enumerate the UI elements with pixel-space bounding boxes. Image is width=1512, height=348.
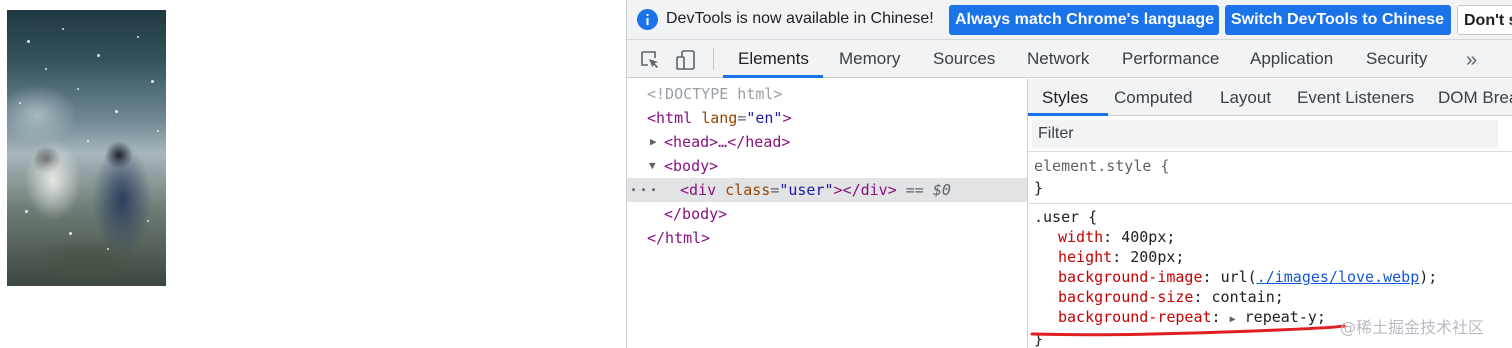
property-name[interactable]: background-size (1058, 288, 1193, 306)
more-tabs-icon[interactable]: » (1466, 49, 1477, 72)
tab-elements[interactable]: Elements (738, 40, 809, 78)
inspect-element-icon[interactable] (639, 49, 661, 71)
tab-memory[interactable]: Memory (839, 40, 900, 78)
background-image-link[interactable]: ./images/love.webp (1257, 268, 1420, 286)
device-toolbar-icon[interactable] (675, 49, 697, 71)
red-underline-annotation (1030, 324, 1346, 337)
info-icon (637, 9, 658, 30)
property-name[interactable]: width (1058, 228, 1103, 246)
property-value[interactable]: 200px; (1130, 248, 1184, 266)
page-preview (0, 0, 627, 348)
styles-filter-input[interactable] (1032, 120, 1498, 148)
styles-filter (1028, 116, 1512, 152)
property-value[interactable]: 400px; (1121, 228, 1175, 246)
node-actions-icon[interactable]: ··· (629, 178, 659, 202)
tree-node-head[interactable]: ▶ <head>…</head> (627, 130, 1027, 154)
devtools-panel: DevTools is now available in Chinese! Al… (627, 0, 1512, 348)
div-tag: <div (680, 181, 717, 199)
user-selector[interactable]: .user { (1034, 208, 1097, 226)
element-style-rule[interactable]: element.style { } (1028, 153, 1512, 204)
tab-computed[interactable]: Computed (1114, 79, 1192, 116)
expand-triangle-icon[interactable]: ▶ (650, 130, 657, 154)
html-close-tag: </html> (647, 229, 711, 247)
div-class-attr: class (725, 181, 771, 199)
tab-performance[interactable]: Performance (1122, 40, 1219, 78)
styles-tabbar: Styles Computed Layout Event Listeners D… (1028, 79, 1512, 116)
language-infobar: DevTools is now available in Chinese! Al… (627, 0, 1512, 40)
html-tag: <html (647, 109, 693, 127)
tree-node-doctype[interactable]: <!DOCTYPE html> (627, 82, 1027, 106)
tab-dom-breakpoints[interactable]: DOM Brea (1438, 79, 1512, 116)
tab-application[interactable]: Application (1250, 40, 1333, 78)
tab-styles[interactable]: Styles (1042, 79, 1088, 116)
tree-node-html-close[interactable]: </html> (627, 226, 1027, 250)
css-declaration[interactable]: background-size: contain; (1058, 287, 1284, 307)
collapse-triangle-icon[interactable]: ▼ (649, 154, 656, 178)
close-brace: } (1034, 179, 1044, 197)
switch-to-chinese-button[interactable]: Switch DevTools to Chinese (1225, 5, 1451, 35)
tree-node-body-close[interactable]: </body> (627, 202, 1027, 226)
css-declaration[interactable]: background-image: url(./images/love.webp… (1058, 267, 1437, 287)
property-name[interactable]: height (1058, 248, 1112, 266)
tab-layout[interactable]: Layout (1220, 79, 1271, 116)
elements-dom-tree: <!DOCTYPE html> <html lang="en"> ▶ <head… (627, 79, 1027, 348)
doctype-text: <!DOCTYPE html> (647, 85, 783, 103)
infobar-message: DevTools is now available in Chinese! (666, 10, 934, 27)
html-lang-attr: lang (701, 109, 738, 127)
css-declaration[interactable]: height: 200px; (1058, 247, 1184, 267)
css-declaration[interactable]: width: 400px; (1058, 227, 1175, 247)
div-class-value: "user" (779, 181, 834, 199)
user-background-image (7, 10, 166, 286)
element-style-selector: element.style { (1034, 157, 1170, 175)
property-name[interactable]: background-image (1058, 268, 1203, 286)
active-tab-indicator (723, 75, 823, 78)
tab-security[interactable]: Security (1366, 40, 1427, 78)
tab-sources[interactable]: Sources (933, 40, 995, 78)
selected-var: $0 (932, 181, 951, 199)
tab-network[interactable]: Network (1027, 40, 1089, 78)
selected-marker: == (905, 181, 924, 199)
toolbar-separator (713, 48, 714, 70)
tree-node-body[interactable]: ▼ <body> (627, 154, 1027, 178)
head-tag: <head>…</head> (664, 133, 791, 151)
styles-sidebar: Styles Computed Layout Event Listeners D… (1028, 79, 1512, 348)
devtools-main-toolbar: Elements Memory Sources Network Performa… (627, 40, 1512, 78)
tab-event-listeners[interactable]: Event Listeners (1297, 79, 1414, 116)
dont-show-again-button[interactable]: Don't s (1457, 5, 1512, 35)
body-tag: <body> (664, 157, 719, 175)
body-close-tag: </body> (664, 205, 728, 223)
property-value[interactable]: contain; (1212, 288, 1284, 306)
watermark-text: @稀土掘金技术社区 (1340, 318, 1485, 337)
html-lang-value: "en" (746, 109, 783, 127)
tree-node-html[interactable]: <html lang="en"> (627, 106, 1027, 130)
always-match-language-button[interactable]: Always match Chrome's language (949, 5, 1219, 35)
tree-node-div-user[interactable]: ··· <div class="user"></div> == $0 (627, 178, 1027, 202)
